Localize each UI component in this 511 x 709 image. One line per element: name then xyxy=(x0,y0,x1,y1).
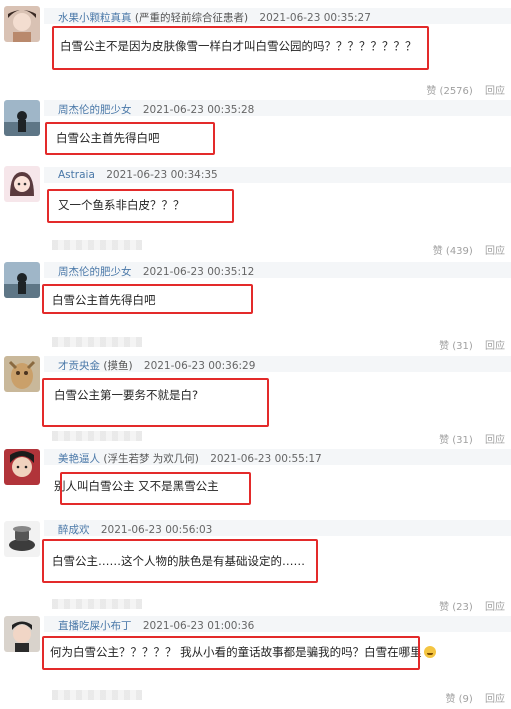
comment-5: 才贡央金 (摸鱼) 2021-06-23 00:36:29 白雪公主第一要务不就… xyxy=(0,351,511,446)
comment-meta: 才贡央金 (摸鱼) 2021-06-23 00:36:29 xyxy=(58,358,255,373)
comment-actions: 赞 (9) 回应 xyxy=(445,690,505,705)
username-link[interactable]: 周杰伦的肥少女 xyxy=(58,266,132,278)
user-note: (严重的轻前综合征患者) xyxy=(134,12,249,24)
highlight-box xyxy=(42,378,269,427)
highlight-box xyxy=(47,189,234,223)
highlight-box xyxy=(45,122,215,155)
comment-meta: 周杰伦的肥少女 2021-06-23 00:35:12 xyxy=(58,264,254,279)
reply-button[interactable]: 回应 xyxy=(485,694,505,705)
comment-meta: 醉成欢 2021-06-23 00:56:03 xyxy=(58,522,212,537)
comment-meta: Astraia 2021-06-23 00:34:35 xyxy=(58,169,218,181)
highlight-box xyxy=(52,26,429,70)
avatar[interactable] xyxy=(4,6,40,42)
timestamp: 2021-06-23 00:55:17 xyxy=(210,453,322,465)
timestamp: 2021-06-23 00:34:35 xyxy=(106,169,218,181)
comment-3: Astraia 2021-06-23 00:34:35 又一个鱼系非白皮？？？ … xyxy=(0,160,511,257)
timestamp: 2021-06-23 00:35:27 xyxy=(259,12,371,24)
like-button[interactable]: 赞 (439) xyxy=(433,246,473,257)
username-link[interactable]: 才贡央金 xyxy=(58,360,100,372)
user-note: (摸鱼) xyxy=(103,360,133,372)
comment-meta: 周杰伦的肥少女 2021-06-23 00:35:28 xyxy=(58,102,254,117)
blurred-text xyxy=(52,240,142,250)
comment-4: 周杰伦的肥少女 2021-06-23 00:35:12 白雪公主首先得白吧 赞 … xyxy=(0,257,511,352)
blurred-text xyxy=(52,337,142,347)
comment-actions: 赞 (439) 回应 xyxy=(433,242,505,257)
username-link[interactable]: Astraia xyxy=(58,169,95,181)
timestamp: 2021-06-23 00:56:03 xyxy=(100,524,213,536)
like-button[interactable]: 赞 (9) xyxy=(445,694,472,705)
timestamp: 2021-06-23 00:36:29 xyxy=(143,360,256,372)
avatar[interactable] xyxy=(4,521,40,557)
comment-meta: 美艳逼人 (浮生若梦 为欢几何) 2021-06-23 00:55:17 xyxy=(58,451,322,466)
highlight-box xyxy=(42,539,318,583)
timestamp: 2021-06-23 01:00:36 xyxy=(142,620,255,632)
username-link[interactable]: 周杰伦的肥少女 xyxy=(58,104,132,116)
username-link[interactable]: 醉成欢 xyxy=(58,524,90,536)
username-link[interactable]: 直播吃屎小布丁 xyxy=(58,620,132,632)
blurred-text xyxy=(52,599,142,609)
comment-1: 水果小颗粒真真 (严重的轻前综合征患者) 2021-06-23 00:35:27… xyxy=(0,0,511,97)
comment-actions: 赞 (31) 回应 xyxy=(439,431,505,446)
comment-7: 醉成欢 2021-06-23 00:56:03 白雪公主……这个人物的肤色是有基… xyxy=(0,515,511,613)
username-link[interactable]: 水果小颗粒真真 xyxy=(58,12,132,24)
highlight-box xyxy=(42,284,253,314)
highlight-box xyxy=(42,636,420,670)
comment-8: 直播吃屎小布丁 2021-06-23 01:00:36 何为白雪公主？？？？？ … xyxy=(0,612,511,709)
avatar[interactable] xyxy=(4,262,40,298)
timestamp: 2021-06-23 00:35:12 xyxy=(142,266,255,278)
comment-6: 美艳逼人 (浮生若梦 为欢几何) 2021-06-23 00:55:17 别人叫… xyxy=(0,445,511,515)
username-link[interactable]: 美艳逼人 xyxy=(58,453,100,465)
comment-actions: 赞 (23) 回应 xyxy=(439,598,505,613)
blurred-text xyxy=(52,431,142,441)
comment-meta: 水果小颗粒真真 (严重的轻前综合征患者) 2021-06-23 00:35:27 xyxy=(58,10,371,25)
comment-2: 周杰伦的肥少女 2021-06-23 00:35:28 白雪公主首先得白吧 xyxy=(0,95,511,160)
avatar[interactable] xyxy=(4,100,40,136)
timestamp: 2021-06-23 00:35:28 xyxy=(142,104,255,116)
avatar[interactable] xyxy=(4,166,40,202)
comment-actions: 赞 (31) 回应 xyxy=(439,337,505,352)
comment-meta: 直播吃屎小布丁 2021-06-23 01:00:36 xyxy=(58,618,254,633)
avatar[interactable] xyxy=(4,449,40,485)
avatar[interactable] xyxy=(4,616,40,652)
user-note: (浮生若梦 为欢几何) xyxy=(103,453,199,465)
smiley-emoji-icon xyxy=(423,646,436,658)
highlight-box xyxy=(60,472,251,505)
blurred-text xyxy=(52,690,142,700)
avatar[interactable] xyxy=(4,356,40,392)
reply-button[interactable]: 回应 xyxy=(485,246,505,257)
